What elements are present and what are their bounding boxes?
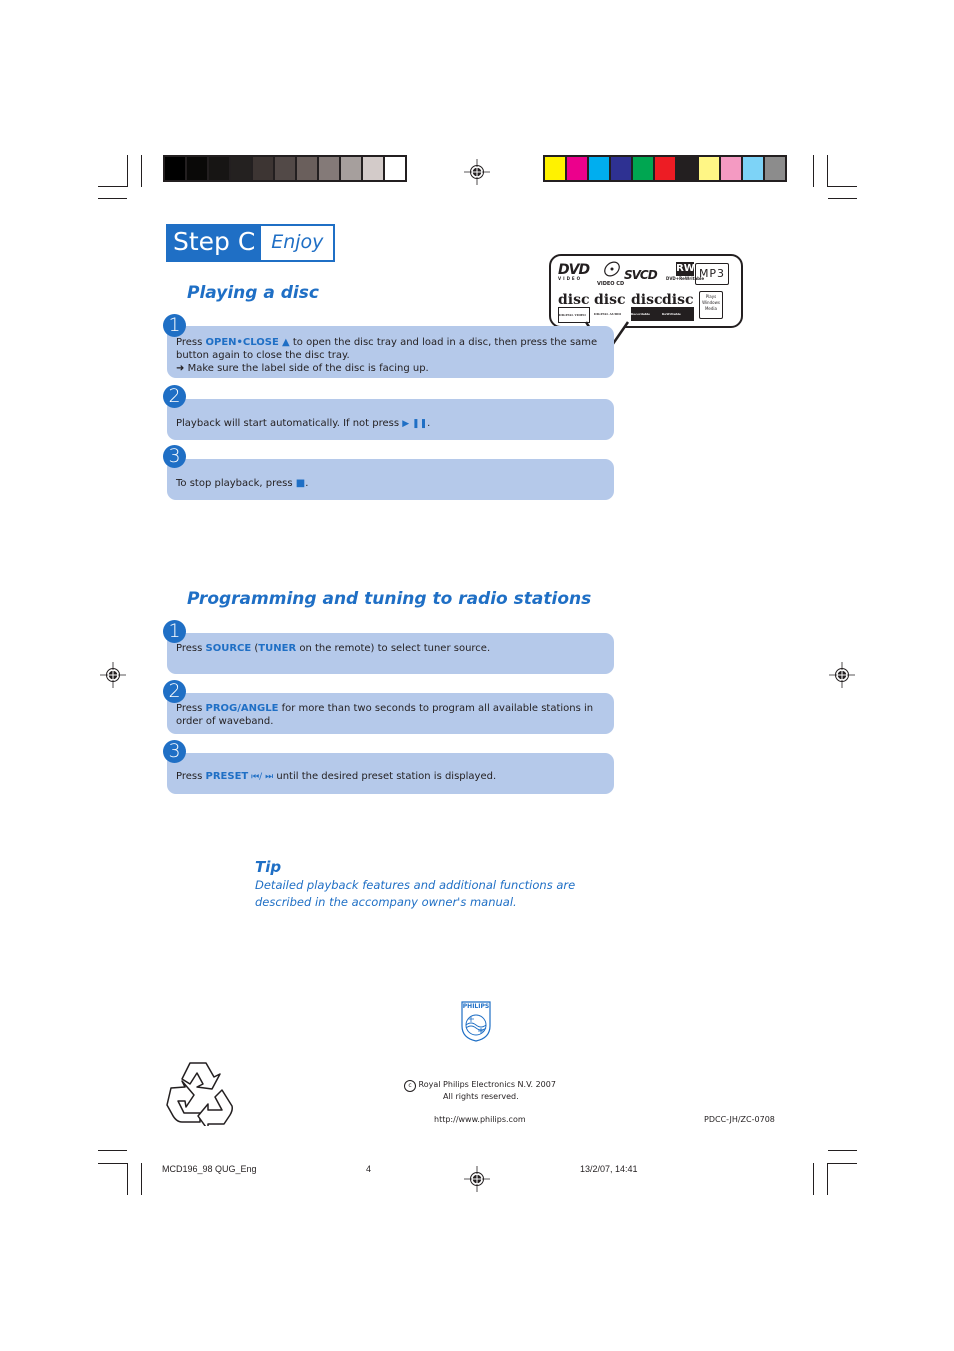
process-color-swatch [633, 157, 653, 180]
crop-mark [827, 155, 828, 187]
compact-disc-digital-audio-logo: disc DIGITAL AUDIO [594, 292, 626, 316]
grayscale-swatch [253, 157, 273, 180]
crop-mark [828, 186, 857, 187]
grayscale-swatch [385, 157, 405, 180]
grayscale-color-bar [163, 155, 407, 182]
process-color-swatch [545, 157, 565, 180]
compact-disc-digital-video-logo: disc DIGITAL VIDEO [558, 293, 590, 323]
philips-wordmark: PHILIPS [462, 1003, 490, 1010]
playing-step-1: Press OPEN•CLOSE ▲ to open the disc tray… [167, 326, 614, 378]
process-color-bar [543, 155, 787, 182]
website-url: http://www.philips.com [434, 1115, 526, 1124]
radio-step-1: Press SOURCE (TUNER on the remote) to se… [167, 633, 614, 674]
crop-mark [127, 155, 128, 187]
open-close-key: OPEN•CLOSE [205, 337, 279, 348]
slug-filename: MCD196_98 QUG_Eng [162, 1164, 257, 1174]
crop-mark [813, 1163, 814, 1195]
grayscale-swatch [341, 157, 361, 180]
process-color-swatch [699, 157, 719, 180]
document-code: PDCC-JH/ZC-0708 [704, 1115, 775, 1124]
process-color-swatch [765, 157, 785, 180]
radio-step-2: Press PROG/ANGLE for more than two secon… [167, 693, 614, 734]
playing-step-3: To stop playback, press ■. [167, 459, 614, 500]
playing-step-2: Playback will start automatically. If no… [167, 399, 614, 440]
grayscale-swatch [187, 157, 207, 180]
play-pause-icon: ▶ ❚❚ [402, 419, 428, 429]
process-color-swatch [743, 157, 763, 180]
philips-logo: PHILIPS [460, 1000, 492, 1042]
registration-mark-icon [464, 1166, 490, 1192]
dvd-video-logo: DVD VIDEO [558, 262, 590, 281]
process-color-swatch [721, 157, 741, 180]
grayscale-swatch [297, 157, 317, 180]
step-number-badge: 2 [163, 385, 186, 408]
process-color-swatch [655, 157, 675, 180]
process-color-swatch [589, 157, 609, 180]
copyright-line: c Royal Philips Electronics N.V. 2007 [404, 1080, 556, 1092]
crop-mark [98, 1150, 127, 1151]
step-number-badge: 3 [163, 740, 186, 763]
crop-mark [828, 1150, 857, 1151]
crop-mark [827, 1163, 828, 1195]
crop-mark [813, 155, 814, 187]
windows-media-logo: Plays Windows Media [699, 291, 723, 319]
eject-icon: ▲ [282, 337, 290, 348]
preset-key: PRESET [205, 771, 249, 782]
step-subtitle: Enjoy [261, 226, 334, 260]
recycle-icon [166, 1062, 233, 1126]
registration-mark-icon [829, 662, 855, 688]
grayscale-swatch [275, 157, 295, 180]
slug-datetime: 13/2/07, 14:41 [580, 1164, 638, 1174]
compact-disc-rewritable-logo: disc ReWritable [662, 293, 694, 321]
grayscale-swatch [165, 157, 185, 180]
section-title-radio: Programming and tuning to radio stations [187, 589, 592, 609]
crop-mark [828, 1163, 857, 1164]
crop-mark [98, 198, 127, 199]
registration-mark-icon [100, 662, 126, 688]
radio-step-3: Press PRESET ⏮/ ⏭ until the desired pres… [167, 753, 614, 794]
step-number-badge: 2 [163, 680, 186, 703]
prog-angle-key: PROG/ANGLE [205, 703, 279, 714]
grayscale-swatch [363, 157, 383, 180]
stop-icon: ■ [295, 478, 306, 489]
step-label: Step C [168, 226, 262, 260]
process-color-swatch [567, 157, 587, 180]
step-number-badge: 3 [163, 445, 186, 468]
grayscale-swatch [231, 157, 251, 180]
rights-text: All rights reserved. [443, 1092, 519, 1101]
tip-title: Tip [255, 858, 282, 876]
compact-disc-recordable-logo: disc Recordable [631, 293, 663, 321]
grayscale-swatch [319, 157, 339, 180]
prev-next-icon: ⏮/ ⏭ [248, 772, 274, 782]
grayscale-swatch [209, 157, 229, 180]
slug-page-number: 4 [366, 1164, 372, 1174]
step-number-badge: 1 [163, 620, 186, 643]
crop-mark [98, 186, 127, 187]
mp3-logo: MP3 [695, 263, 729, 285]
process-color-swatch [677, 157, 697, 180]
svcd-logo: SVCD [624, 268, 658, 282]
crop-mark [141, 1163, 142, 1195]
video-cd-logo: VIDEO CD [597, 261, 624, 287]
crop-mark [828, 198, 857, 199]
copyright-icon: c [404, 1080, 416, 1092]
step-header: Step C Enjoy [166, 224, 336, 262]
registration-mark-icon [464, 159, 490, 185]
source-key: SOURCE [205, 643, 252, 654]
crop-mark [141, 155, 142, 187]
tuner-key: TUNER [258, 643, 297, 654]
process-color-swatch [611, 157, 631, 180]
crop-mark [127, 1163, 128, 1195]
crop-mark [98, 1163, 127, 1164]
tip-body: Detailed playback features and additiona… [255, 878, 576, 909]
section-title-playing-disc: Playing a disc [187, 283, 319, 303]
step-number-badge: 1 [163, 314, 186, 337]
